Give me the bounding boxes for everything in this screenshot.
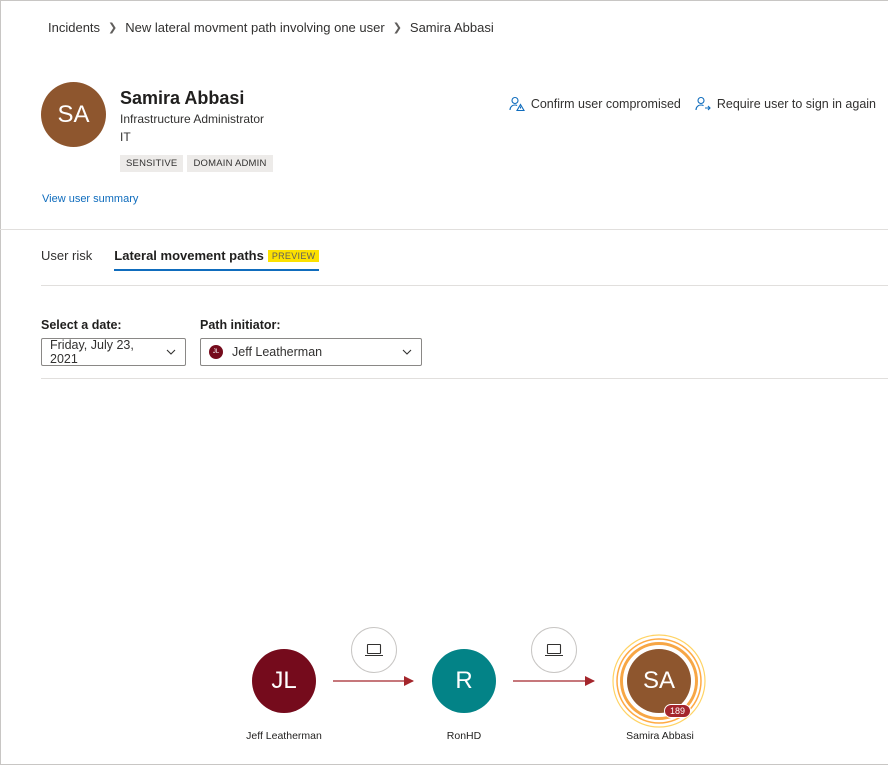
alert-count-badge: 189 [664,704,692,718]
graph-node-ronhd[interactable]: R [432,649,496,713]
node-label-jeff: Jeff Leatherman [246,730,322,742]
laptop-icon [545,643,563,657]
graph-node-jeff[interactable]: JL [252,649,316,713]
device-node-1[interactable] [351,627,397,673]
laptop-icon [365,643,383,657]
device-node-2[interactable] [531,627,577,673]
node-label-ronhd: RonHD [446,730,482,742]
node-label-samira: Samira Abbasi [626,730,694,742]
path-arrows [333,634,706,728]
